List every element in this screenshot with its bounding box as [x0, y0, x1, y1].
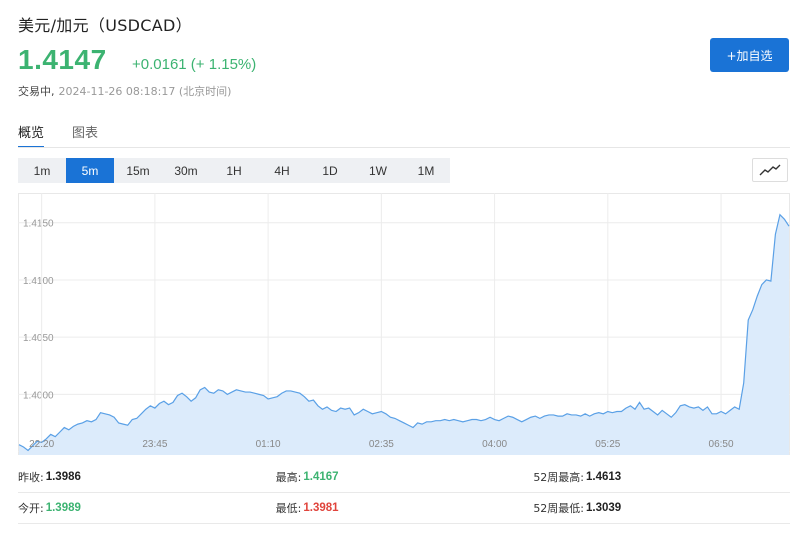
status-label: 交易中,: [18, 85, 55, 98]
y-tick-label: 1.4150: [23, 219, 54, 230]
x-tick-label: 22:20: [29, 439, 54, 450]
stat-value: 1.3989: [45, 502, 81, 514]
x-tick-label: 05:25: [595, 439, 620, 450]
tab-chart[interactable]: 图表: [72, 120, 98, 148]
stat-value: 1.3981: [303, 502, 339, 514]
stat-high: 最高: 1.4167: [276, 462, 534, 492]
stat-value: 1.3986: [45, 471, 81, 483]
y-tick-label: 1.4100: [23, 276, 54, 287]
stat-value: 1.4167: [303, 471, 339, 483]
view-tabs: 概览 图表: [18, 120, 98, 148]
period-selector: 1m 5m 15m 30m 1H 4H 1D 1W 1M: [18, 158, 450, 183]
period-5m[interactable]: 5m: [66, 158, 114, 183]
price-chart[interactable]: 1.41501.41001.40501.40001.395022:2023:45…: [18, 193, 790, 455]
current-price: 1.4147: [18, 44, 107, 75]
stat-low: 最低: 1.3981: [276, 493, 534, 523]
y-tick-label: 1.4050: [23, 333, 54, 344]
period-4h[interactable]: 4H: [258, 158, 306, 183]
price-chart-svg: 1.41501.41001.40501.40001.395022:2023:45…: [18, 193, 790, 455]
stat-label: 今开:: [18, 502, 44, 515]
line-chart-icon: [759, 161, 781, 180]
period-30m[interactable]: 30m: [162, 158, 210, 183]
period-1mo[interactable]: 1M: [402, 158, 450, 183]
tabs-divider: [18, 147, 790, 148]
timestamp: 2024-11-26 08:18:17 (北京时间): [58, 85, 232, 98]
stat-value: 1.3039: [586, 502, 622, 514]
chart-type-toggle[interactable]: [752, 158, 788, 182]
period-1m[interactable]: 1m: [18, 158, 66, 183]
x-tick-label: 06:50: [709, 439, 734, 450]
y-tick-label: 1.4000: [23, 390, 54, 401]
stat-label: 52周最低:: [533, 502, 585, 515]
stats-row: 昨收: 1.3986 最高: 1.4167 52周最高: 1.4613: [18, 462, 790, 493]
x-tick-label: 23:45: [142, 439, 167, 450]
stats-row: 今开: 1.3989 最低: 1.3981 52周最低: 1.3039: [18, 493, 790, 524]
stat-prev-close: 昨收: 1.3986: [18, 462, 276, 492]
trading-status: 交易中, 2024-11-26 08:18:17 (北京时间): [18, 83, 231, 99]
period-1d[interactable]: 1D: [306, 158, 354, 183]
x-tick-label: 04:00: [482, 439, 507, 450]
price-change: +0.0161 (+ 1.15%): [132, 56, 257, 73]
period-15m[interactable]: 15m: [114, 158, 162, 183]
stats-table: 昨收: 1.3986 最高: 1.4167 52周最高: 1.4613 今开: …: [18, 462, 790, 524]
stat-52w-high: 52周最高: 1.4613: [533, 462, 790, 492]
stat-open: 今开: 1.3989: [18, 493, 276, 523]
stat-label: 52周最高:: [533, 471, 585, 484]
stat-label: 最高:: [275, 471, 302, 484]
stat-label: 昨收:: [18, 471, 44, 484]
x-tick-label: 01:10: [256, 439, 281, 450]
period-1h[interactable]: 1H: [210, 158, 258, 183]
stat-label: 最低:: [275, 502, 302, 515]
stat-52w-low: 52周最低: 1.3039: [533, 493, 790, 523]
page-title: 美元/加元（USDCAD）: [18, 16, 192, 35]
x-tick-label: 02:35: [369, 439, 394, 450]
stat-value: 1.4613: [586, 471, 622, 483]
tab-overview[interactable]: 概览: [18, 120, 45, 148]
add-watchlist-button[interactable]: +加自选: [710, 38, 789, 72]
period-1w[interactable]: 1W: [354, 158, 402, 183]
